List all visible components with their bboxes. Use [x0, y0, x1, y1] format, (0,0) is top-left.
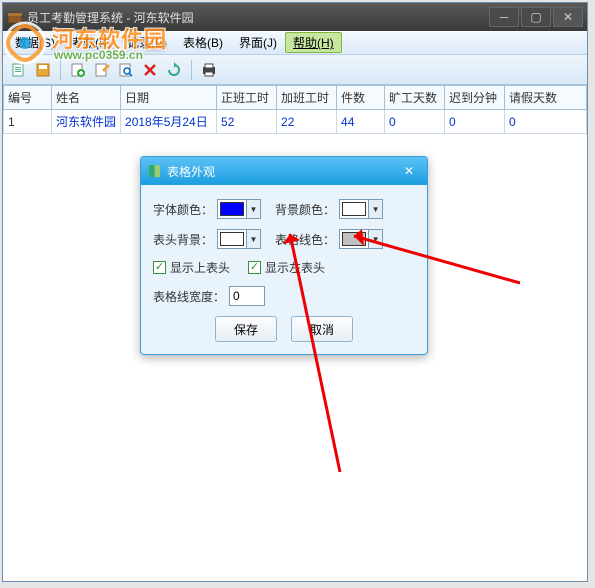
dialog-title: 表格外观 [167, 163, 397, 180]
toolbar-add-icon[interactable] [68, 60, 88, 80]
col-regular[interactable]: 正班工时 [217, 86, 277, 110]
menu-attendance[interactable]: 考勤(K) [63, 32, 119, 53]
cell-regular: 52 [217, 110, 277, 134]
dialog-icon [147, 163, 163, 179]
line-width-input[interactable] [229, 286, 265, 306]
font-color-label: 字体颜色： [153, 201, 213, 218]
bg-color-label: 背景颜色： [275, 201, 335, 218]
header-bg-label: 表头背景： [153, 231, 213, 248]
menubar: 数据(S) 考勤(K) 记录(E) 表格(B) 界面(J) 帮助(H) [3, 31, 587, 55]
cell-overtime: 22 [277, 110, 337, 134]
toolbar-separator [60, 60, 61, 80]
col-leave[interactable]: 请假天数 [505, 86, 587, 110]
dialog-close-button[interactable]: ✕ [397, 163, 421, 179]
minimize-button[interactable]: ─ [489, 7, 519, 27]
bg-color-picker[interactable]: ▼ [339, 199, 383, 219]
col-name[interactable]: 姓名 [52, 86, 121, 110]
show-left-header-label: 显示左表头 [265, 259, 325, 276]
window-title: 员工考勤管理系统 - 河东软件园 [27, 9, 489, 26]
data-grid: 编号 姓名 日期 正班工时 加班工时 件数 旷工天数 迟到分钟 请假天数 1 河… [3, 85, 587, 134]
toolbar-print-icon[interactable] [199, 60, 219, 80]
cell-date: 2018年5月24日 [121, 110, 217, 134]
line-color-swatch [342, 232, 366, 246]
menu-help[interactable]: 帮助(H) [285, 32, 342, 53]
toolbar-new-icon[interactable] [9, 60, 29, 80]
menu-record[interactable]: 记录(E) [119, 32, 175, 53]
cell-absent: 0 [385, 110, 445, 134]
cell-late: 0 [445, 110, 505, 134]
app-icon [7, 9, 23, 25]
toolbar-refresh-icon[interactable] [164, 60, 184, 80]
menu-table[interactable]: 表格(B) [175, 32, 231, 53]
titlebar: 员工考勤管理系统 - 河东软件园 ─ ▢ ✕ [3, 3, 587, 31]
cell-pieces: 44 [337, 110, 385, 134]
col-late[interactable]: 迟到分钟 [445, 86, 505, 110]
toolbar-search-icon[interactable] [116, 60, 136, 80]
toolbar-separator [191, 60, 192, 80]
table-appearance-dialog: 表格外观 ✕ 字体颜色： ▼ 背景颜色： ▼ 表头背景： ▼ 表格线色： [140, 156, 428, 355]
dialog-titlebar: 表格外观 ✕ [141, 157, 427, 185]
toolbar-edit-icon[interactable] [92, 60, 112, 80]
cell-leave: 0 [505, 110, 587, 134]
close-button[interactable]: ✕ [553, 7, 583, 27]
cell-name: 河东软件园 [52, 110, 121, 134]
show-top-header-label: 显示上表头 [170, 259, 230, 276]
bg-color-swatch [342, 202, 366, 216]
chevron-down-icon: ▼ [368, 200, 382, 218]
cancel-button[interactable]: 取消 [291, 316, 353, 342]
col-overtime[interactable]: 加班工时 [277, 86, 337, 110]
menu-data[interactable]: 数据(S) [7, 32, 63, 53]
chevron-down-icon: ▼ [368, 230, 382, 248]
save-button[interactable]: 保存 [215, 316, 277, 342]
show-left-header-checkbox[interactable]: ✓ [248, 261, 261, 274]
table-row[interactable]: 1 河东软件园 2018年5月24日 52 22 44 0 0 0 [4, 110, 587, 134]
line-color-picker[interactable]: ▼ [339, 229, 383, 249]
line-color-label: 表格线色： [275, 231, 335, 248]
col-absent[interactable]: 旷工天数 [385, 86, 445, 110]
cell-id: 1 [4, 110, 52, 134]
maximize-button[interactable]: ▢ [521, 7, 551, 27]
header-bg-swatch [220, 232, 244, 246]
toolbar [3, 55, 587, 85]
font-color-picker[interactable]: ▼ [217, 199, 261, 219]
toolbar-save-icon[interactable] [33, 60, 53, 80]
menu-ui[interactable]: 界面(J) [231, 32, 285, 53]
table-header-row: 编号 姓名 日期 正班工时 加班工时 件数 旷工天数 迟到分钟 请假天数 [4, 86, 587, 110]
chevron-down-icon: ▼ [246, 230, 260, 248]
show-top-header-checkbox[interactable]: ✓ [153, 261, 166, 274]
font-color-swatch [220, 202, 244, 216]
col-pieces[interactable]: 件数 [337, 86, 385, 110]
toolbar-delete-icon[interactable] [140, 60, 160, 80]
line-width-label: 表格线宽度： [153, 288, 225, 305]
col-date[interactable]: 日期 [121, 86, 217, 110]
chevron-down-icon: ▼ [246, 200, 260, 218]
col-id[interactable]: 编号 [4, 86, 52, 110]
header-bg-picker[interactable]: ▼ [217, 229, 261, 249]
